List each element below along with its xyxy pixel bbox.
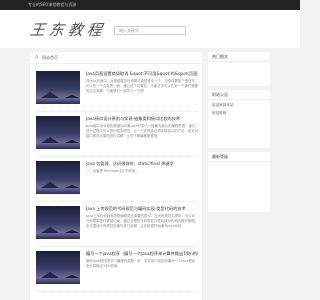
post-excerpt: 在Java页面中，对按钮框进行设置可能是其中一个，当你设置某个按钮不可以在一个交… bbox=[86, 79, 198, 93]
sidebar-link[interactable]: 欢迎来到本站 bbox=[212, 103, 266, 108]
list-item[interactable]: Java页面设置商如取消 &quot;不可用&quot;的&quot;页面和&q… bbox=[36, 68, 198, 112]
sidebar-heading: 最新等级 bbox=[208, 152, 270, 162]
post-excerpt: 一、包管理 Package(包) 的作用... bbox=[86, 169, 139, 173]
post-title[interactable]: Java页面设置商如取消 &quot;不可用&quot;的&quot;页面和&q… bbox=[86, 71, 198, 77]
sidebar-heading-text: 最新等级 bbox=[212, 153, 228, 159]
post-title[interactable]: java 包管理、访问修饰符、static/final 关键字 bbox=[86, 161, 198, 167]
sidebar-heading: 热门图文 bbox=[208, 52, 270, 62]
sidebar-heading-text: 阿站公告 bbox=[212, 91, 228, 97]
sidebar-heading-text: 热门图文 bbox=[212, 53, 228, 59]
search-placeholder: 输入关键字 bbox=[119, 28, 139, 33]
post-title[interactable]: Java接口设计原则与实现-抽象类和接口比较的技术 bbox=[86, 116, 198, 122]
post-excerpt: 编写Java程序是学习编程的重要一步，本文将介绍如何编写一个Java程序来计算输… bbox=[86, 259, 196, 268]
post-thumbnail[interactable] bbox=[36, 206, 80, 239]
post-thumbnail[interactable] bbox=[36, 116, 80, 149]
sidebar-link[interactable]: 阿站推荐 bbox=[212, 111, 266, 116]
post-list: ⌂ 网站首页 Java页面设置商如取消 &quot;不可用&quot;的&quo… bbox=[30, 52, 202, 300]
post-thumbnail[interactable] bbox=[36, 71, 80, 104]
site-header: 王东教程 输入关键字 bbox=[0, 10, 300, 48]
search-input[interactable]: 输入关键字 bbox=[114, 26, 186, 35]
list-item[interactable]: Java接口设计原则与实现-抽象类和接口比较的技术 Java接口设计原则是面向对… bbox=[36, 113, 198, 157]
post-excerpt: Java上传的代码规范是编程语言重要的部分，在代码规范实现时，可以对代码框架进行… bbox=[86, 214, 198, 228]
sidebar-latest: 热门图文 bbox=[208, 52, 270, 86]
sidebar-tags: 最新等级 bbox=[208, 152, 270, 212]
sidebar-heading: 阿站公告 bbox=[208, 90, 270, 100]
breadcrumb-label[interactable]: 网站首页 bbox=[42, 55, 58, 61]
sidebar-recommend: 阿站公告 欢迎来到本站 阿站推荐 bbox=[208, 90, 270, 148]
post-title[interactable]: Java 上传规范的代码规范与编码实现-类型代码的技术 bbox=[86, 206, 198, 212]
list-item[interactable]: java 包管理、访问修饰符、static/final 关键字 一、包管理 Pa… bbox=[36, 158, 198, 202]
list-item[interactable]: 编写一个java程序（编写一个Java程序来计算并输出1到n的和） 编写Java… bbox=[36, 248, 198, 292]
post-thumbnail[interactable] bbox=[36, 251, 80, 284]
site-logo[interactable]: 王东教程 bbox=[28, 18, 108, 40]
post-excerpt: Java接口设计原则是面向对象Java开发中一种最为核心的编程思想，接口设计过程… bbox=[86, 124, 198, 138]
breadcrumb: ⌂ 网站首页 bbox=[30, 52, 202, 64]
home-icon: ⌂ bbox=[35, 54, 39, 60]
logo-text: 王东教程 bbox=[28, 20, 108, 39]
post-title[interactable]: 编写一个java程序（编写一个Java程序来计算并输出1到n的和） bbox=[86, 251, 198, 257]
post-thumbnail[interactable] bbox=[36, 161, 80, 194]
top-bar: 专业的SEO课程教程与资源 bbox=[0, 0, 300, 10]
top-bar-text: 专业的SEO课程教程与资源 bbox=[28, 2, 77, 7]
list-item[interactable]: Java 上传规范的代码规范与编码实现-类型代码的技术 Java上传的代码规范是… bbox=[36, 203, 198, 247]
